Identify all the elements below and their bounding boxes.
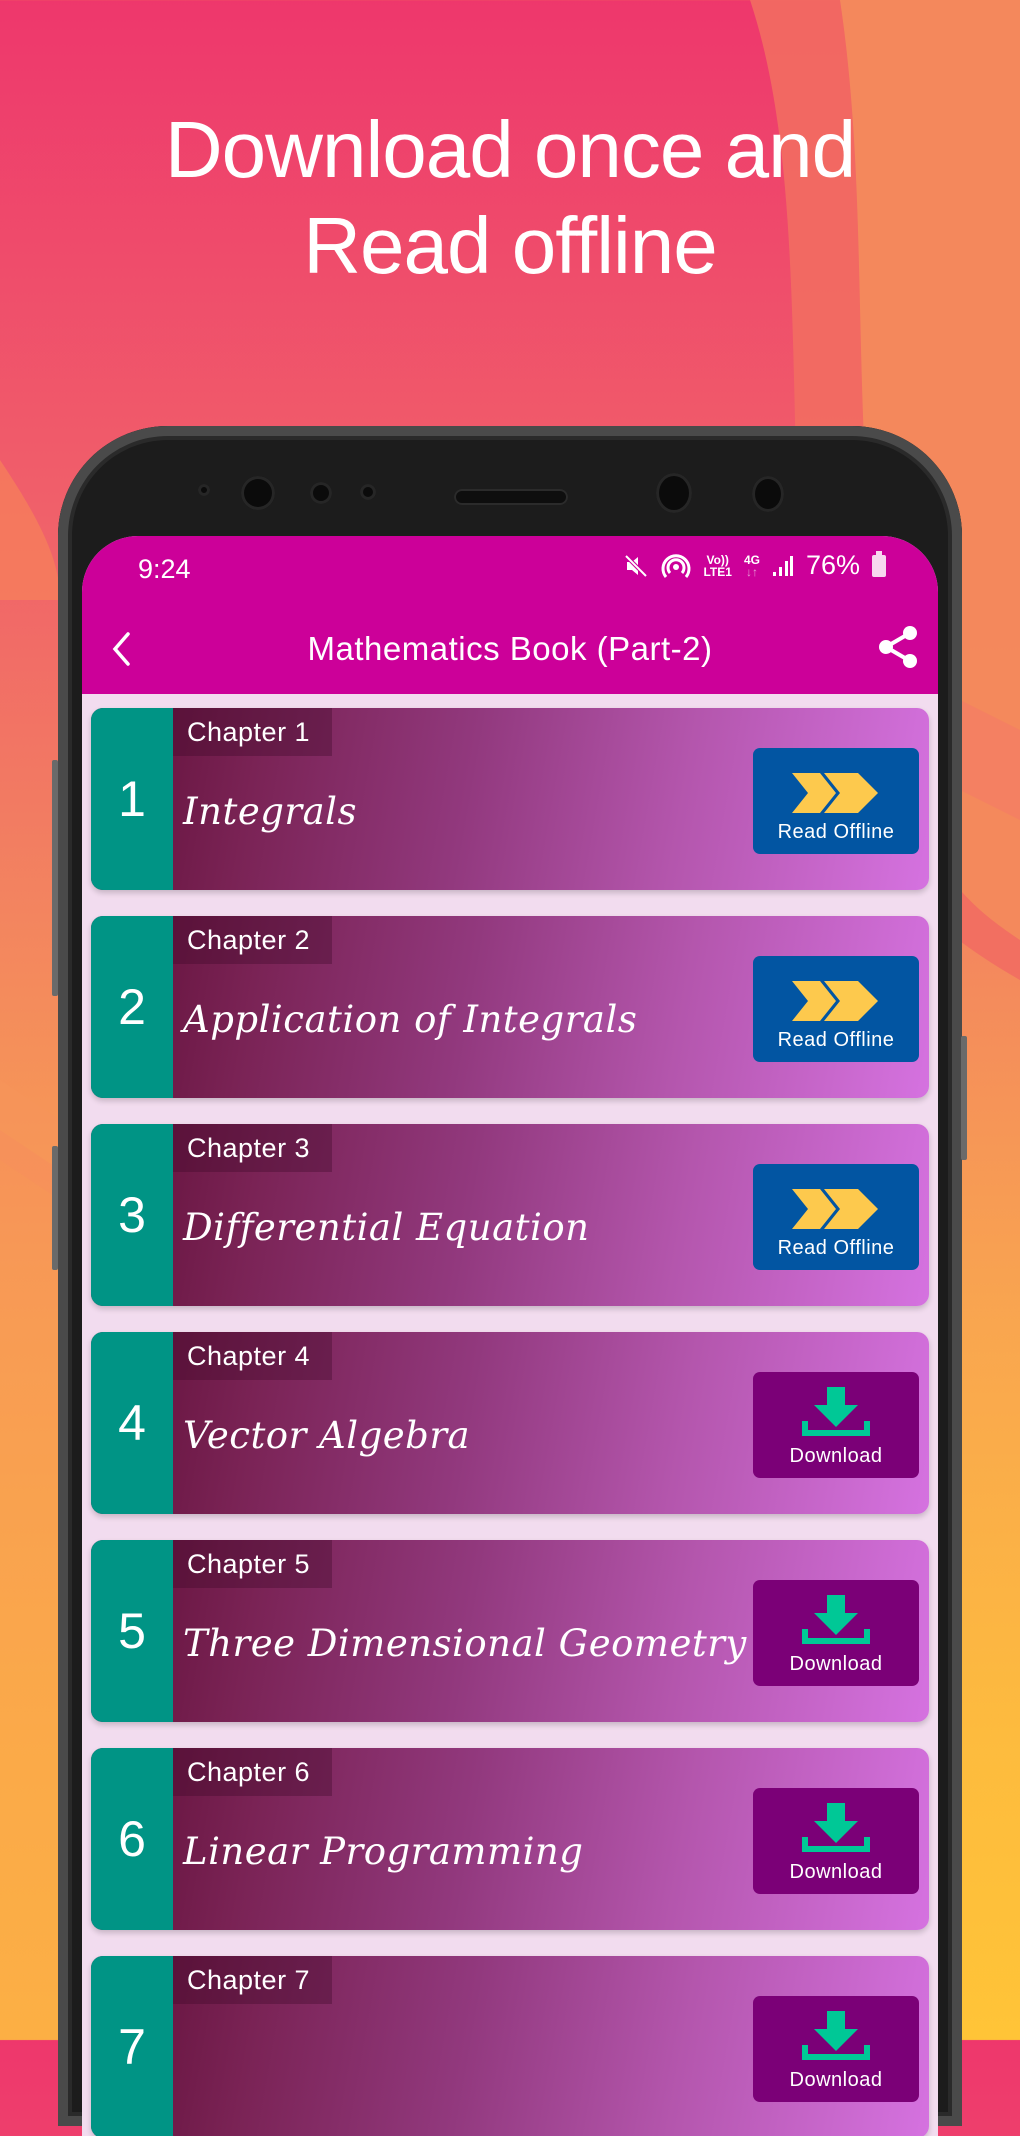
- chapter-label: Chapter 6: [173, 1748, 333, 1796]
- read-offline-button[interactable]: Read Offline: [753, 956, 919, 1062]
- download-button[interactable]: Download: [753, 1372, 919, 1478]
- fast-forward-icon: [792, 981, 878, 1021]
- chapter-label: Chapter 2: [173, 916, 333, 964]
- chapter-list: 1 Chapter 1 Integrals Read Offline 2 Cha…: [82, 694, 938, 2136]
- chapter-card-7[interactable]: 7 Chapter 7 Download: [91, 1956, 929, 2136]
- download-icon: [802, 2011, 870, 2060]
- share-button[interactable]: [876, 622, 922, 672]
- phone-proximity-sensor: [752, 476, 784, 512]
- mute-icon: [625, 554, 648, 577]
- download-icon: [802, 1387, 870, 1436]
- hotspot-icon: [661, 553, 691, 578]
- chapter-card-body: Chapter 1 Integrals Read Offline: [173, 708, 929, 890]
- chapter-card-body: Chapter 7 Download: [173, 1956, 929, 2136]
- headline-line-1: Download once and: [164, 105, 856, 194]
- download-icon: [802, 1595, 870, 1644]
- battery-percent: 76%: [805, 550, 860, 580]
- chapter-label: Chapter 1: [173, 708, 333, 756]
- chapter-label: Chapter 4: [173, 1332, 333, 1380]
- chapter-number: 2: [91, 916, 173, 1098]
- chapter-number: 1: [91, 708, 173, 890]
- chapter-card-body: Chapter 5 Three Dimensional Geometry Dow…: [173, 1540, 929, 1722]
- chapter-card-6[interactable]: 6 Chapter 6 Linear Programming Download: [91, 1748, 929, 1930]
- action-label: Read Offline: [777, 1029, 895, 1051]
- battery-icon: [872, 550, 886, 577]
- chapter-number: 3: [91, 1124, 173, 1306]
- read-offline-button[interactable]: Read Offline: [753, 1164, 919, 1270]
- app-bar: 9:24 Vo)) LTE1 4G ↓↑ 76% Mathematics Book …: [82, 536, 938, 694]
- chapter-label: Chapter 7: [173, 1956, 333, 2004]
- chapter-card-body: Chapter 2 Application of Integrals Read …: [173, 916, 929, 1098]
- chapter-title: Integrals: [183, 790, 357, 833]
- action-label: Read Offline: [777, 1237, 895, 1259]
- network-indicator: 4G ↓↑: [743, 552, 760, 579]
- chapter-title: Three Dimensional Geometry: [183, 1622, 747, 1665]
- signal-icon: [772, 555, 793, 576]
- headline-line-2: Read offline: [303, 201, 718, 290]
- chapter-title: Application of Integrals: [183, 998, 638, 1041]
- chapter-number: 4: [91, 1332, 173, 1514]
- chapter-label: Chapter 5: [173, 1540, 333, 1588]
- phone-sensor: [310, 482, 332, 504]
- promo-headline: Download once and Read offline: [0, 102, 1020, 294]
- app-screen: 9:24 Vo)) LTE1 4G ↓↑ 76% Mathematics Book …: [82, 536, 938, 2136]
- status-icons: Vo)) LTE1 4G ↓↑ 76%: [623, 550, 886, 581]
- chapter-title: Vector Algebra: [183, 1414, 471, 1457]
- chapter-card-body: Chapter 6 Linear Programming Download: [173, 1748, 929, 1930]
- chapter-number: 5: [91, 1540, 173, 1722]
- fast-forward-icon: [792, 1189, 878, 1229]
- action-label: Download: [789, 2069, 883, 2091]
- phone-side-button-left-1: [52, 760, 58, 996]
- action-label: Download: [789, 1861, 883, 1883]
- chapter-card-5[interactable]: 5 Chapter 5 Three Dimensional Geometry D…: [91, 1540, 929, 1722]
- share-icon: [879, 626, 917, 668]
- fast-forward-icon: [792, 773, 878, 813]
- action-label: Download: [789, 1653, 883, 1675]
- phone-frame: 9:24 Vo)) LTE1 4G ↓↑ 76% Mathematics Book …: [58, 426, 962, 2136]
- chapter-number: 7: [91, 1956, 173, 2136]
- phone-speaker: [454, 489, 568, 505]
- chapter-title: Linear Programming: [183, 1830, 584, 1873]
- phone-sensor: [198, 484, 210, 496]
- phone-front-camera: [241, 476, 275, 510]
- action-label: Read Offline: [777, 821, 895, 843]
- read-offline-button[interactable]: Read Offline: [753, 748, 919, 854]
- phone-side-button-left-2: [52, 1146, 58, 1270]
- download-button[interactable]: Download: [753, 1788, 919, 1894]
- chapter-card-2[interactable]: 2 Chapter 2 Application of Integrals Rea…: [91, 916, 929, 1098]
- phone-side-button-right: [961, 1036, 967, 1160]
- chapter-label: Chapter 3: [173, 1124, 333, 1172]
- phone-sensor: [360, 484, 376, 500]
- status-time: 9:24: [138, 554, 191, 584]
- phone-iris-scanner: [656, 473, 692, 513]
- chapter-title: Differential Equation: [183, 1206, 590, 1249]
- chapter-card-body: Chapter 4 Vector Algebra Download: [173, 1332, 929, 1514]
- chapter-card-4[interactable]: 4 Chapter 4 Vector Algebra Download: [91, 1332, 929, 1514]
- chapter-card-1[interactable]: 1 Chapter 1 Integrals Read Offline: [91, 708, 929, 890]
- download-button[interactable]: Download: [753, 1996, 919, 2102]
- volte-indicator: Vo)) LTE1: [703, 552, 732, 579]
- download-icon: [802, 1803, 870, 1852]
- chapter-number: 6: [91, 1748, 173, 1930]
- action-label: Download: [789, 1445, 883, 1467]
- download-button[interactable]: Download: [753, 1580, 919, 1686]
- chapter-card-3[interactable]: 3 Chapter 3 Differential Equation Read O…: [91, 1124, 929, 1306]
- chapter-card-body: Chapter 3 Differential Equation Read Off…: [173, 1124, 929, 1306]
- page-title: Mathematics Book (Part-2): [307, 630, 713, 667]
